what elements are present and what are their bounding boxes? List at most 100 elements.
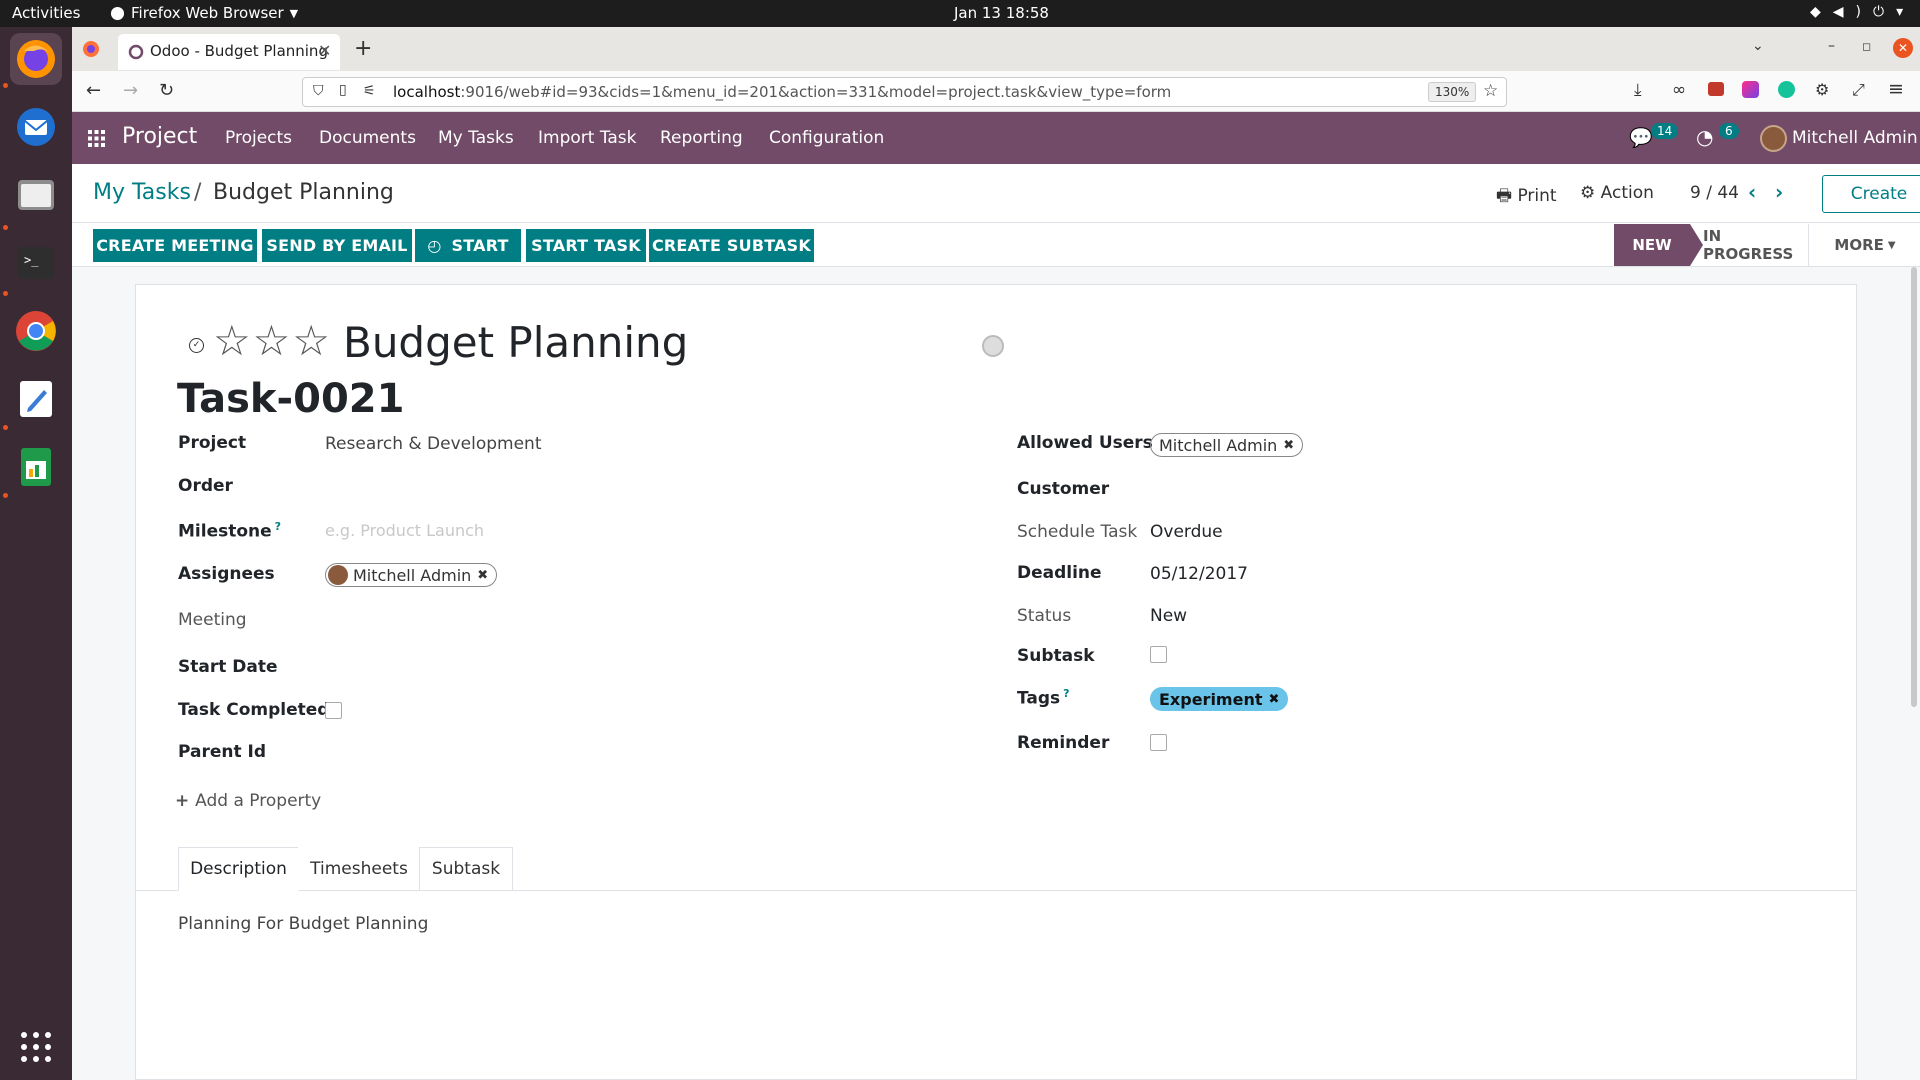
downloads-icon[interactable]: ⤓ [1634, 80, 1642, 100]
shield-icon[interactable]: ⛉ [313, 83, 324, 99]
project-field[interactable]: Research & Development [325, 434, 541, 454]
firefox-dock-icon[interactable] [10, 33, 62, 85]
priority-stars[interactable]: ☆☆☆ [213, 316, 332, 365]
assignee-tag[interactable]: Mitchell Admin ✖ [325, 563, 498, 587]
create-subtask-button[interactable]: CREATE SUBTASK [649, 229, 814, 262]
forward-icon[interactable]: → [123, 80, 138, 101]
remove-tag-icon[interactable]: ✖ [1283, 438, 1294, 453]
nav-projects[interactable]: Projects [225, 128, 292, 148]
tab-timesheets[interactable]: Timesheets [298, 847, 420, 891]
action-menu[interactable]: ⚙ Action [1580, 183, 1654, 203]
hamburger-menu-icon[interactable]: ≡ [1888, 78, 1904, 100]
minimize-icon[interactable]: – [1828, 38, 1835, 54]
tag-experiment[interactable]: Experiment ✖ [1150, 687, 1289, 711]
tab-list-icon[interactable]: ⌄ [1752, 38, 1764, 54]
zoom-indicator[interactable]: 130% [1428, 82, 1477, 102]
new-tab-icon[interactable]: + [354, 36, 372, 61]
reminder-checkbox[interactable] [1150, 734, 1167, 751]
subtask-checkbox[interactable] [1150, 646, 1167, 663]
nav-import-task[interactable]: Import Task [538, 128, 637, 148]
bookmark-star-icon[interactable]: ☆ [1483, 81, 1498, 101]
add-property-button[interactable]: + Add a Property [175, 791, 321, 811]
user-avatar[interactable] [1760, 125, 1787, 152]
star-icon[interactable]: ☆ [213, 316, 253, 365]
files-dock-icon[interactable] [10, 169, 62, 221]
system-status-icons[interactable]: ◆◀)⏻▾ [1810, 4, 1915, 20]
url-bar[interactable]: ⛉ ▯ ⚟ localhost:9016/web#id=93&cids=1&me… [302, 77, 1507, 107]
star-icon[interactable]: ☆ [253, 316, 293, 365]
extension-icon[interactable]: ∞ [1672, 80, 1686, 100]
start-label: START [451, 236, 509, 255]
spreadsheet-dock-icon[interactable] [10, 441, 62, 493]
show-apps-icon[interactable] [10, 1021, 62, 1073]
firefox-view-icon[interactable] [82, 40, 102, 60]
start-button[interactable]: ◴ START [415, 229, 521, 262]
remove-tag-icon[interactable]: ✖ [1269, 692, 1280, 707]
extension-icon[interactable] [1708, 82, 1724, 96]
pager-previous-icon[interactable]: ‹ [1748, 180, 1756, 204]
app-menu[interactable]: Firefox Web Browser ▼ [110, 4, 298, 22]
text-editor-dock-icon[interactable] [10, 373, 62, 425]
permissions-icon[interactable]: ⚟ [363, 83, 376, 99]
pager-next-icon[interactable]: › [1775, 180, 1783, 204]
tab-description[interactable]: Description [178, 847, 299, 891]
stage-new[interactable]: NEW [1614, 224, 1690, 266]
maximize-icon[interactable]: ◻ [1862, 40, 1871, 53]
terminal-dock-icon[interactable]: >_ [10, 237, 62, 289]
task-name[interactable]: Budget Planning [343, 318, 688, 367]
messages-icon[interactable]: 💬 [1629, 126, 1653, 149]
order-field[interactable] [325, 476, 965, 500]
nav-reporting[interactable]: Reporting [660, 128, 743, 148]
help-tooltip-icon[interactable]: ? [1063, 687, 1069, 700]
task-done-checkmark-icon[interactable]: ✓ [189, 338, 204, 353]
nav-my-tasks[interactable]: My Tasks [438, 128, 514, 148]
milestone-input[interactable]: e.g. Product Launch [325, 521, 484, 540]
stage-in-progress[interactable]: IN PROGRESS [1703, 224, 1807, 266]
start-task-button[interactable]: START TASK [526, 229, 646, 262]
tab-subtask[interactable]: Subtask [419, 847, 513, 891]
expand-icon[interactable]: ⤢ [1852, 80, 1865, 100]
action-label: Action [1600, 183, 1654, 203]
kanban-state-indicator[interactable] [982, 335, 1004, 357]
breadcrumb-my-tasks[interactable]: My Tasks [93, 180, 191, 205]
chrome-dock-icon[interactable] [10, 305, 62, 357]
browser-tab[interactable]: Odoo - Budget Planning ✕ [118, 34, 340, 70]
control-panel: My Tasks / Budget Planning 🖶 Print ⚙ Act… [72, 164, 1920, 223]
create-meeting-button[interactable]: CREATE MEETING [93, 229, 257, 262]
clock[interactable]: Jan 13 18:58 [954, 4, 1049, 22]
extension-icon[interactable] [1742, 81, 1759, 98]
customer-field[interactable] [1150, 479, 1750, 503]
activities-button[interactable]: Activities [12, 4, 80, 22]
thunderbird-dock-icon[interactable] [10, 101, 62, 153]
star-icon[interactable]: ☆ [292, 316, 332, 365]
close-tab-icon[interactable]: ✕ [318, 41, 331, 60]
stage-more-dropdown[interactable]: MORE ▼ [1820, 224, 1910, 266]
activities-clock-icon[interactable]: ◔ [1696, 125, 1713, 149]
allowed-users-label: Allowed Users [1017, 433, 1153, 453]
help-tooltip-icon[interactable]: ? [275, 520, 281, 533]
send-by-email-button[interactable]: SEND BY EMAIL [262, 229, 412, 262]
nav-documents[interactable]: Documents [319, 128, 416, 148]
reload-icon[interactable]: ↻ [159, 80, 174, 101]
assignee-name: Mitchell Admin [353, 565, 472, 585]
grammarly-icon[interactable] [1778, 81, 1795, 98]
close-window-icon[interactable]: ✕ [1893, 38, 1913, 58]
print-menu[interactable]: 🖶 Print [1496, 183, 1557, 212]
deadline-field[interactable]: 05/12/2017 [1150, 564, 1248, 584]
remove-tag-icon[interactable]: ✖ [477, 568, 488, 583]
description-content[interactable]: Planning For Budget Planning [178, 914, 428, 934]
back-icon[interactable]: ← [86, 80, 101, 101]
user-menu[interactable]: Mitchell Admin [1792, 128, 1918, 148]
page-scrollbar[interactable] [1911, 267, 1917, 707]
extension-icon[interactable]: ⚙ [1815, 80, 1829, 99]
nav-configuration[interactable]: Configuration [769, 128, 884, 148]
more-label: MORE [1834, 236, 1884, 254]
pager-value[interactable]: 9 / 44 [1690, 183, 1739, 203]
deadline-label: Deadline [1017, 563, 1102, 583]
task-completed-checkbox[interactable] [325, 702, 342, 719]
create-button[interactable]: Create [1822, 175, 1920, 213]
app-title[interactable]: Project [122, 124, 197, 149]
allowed-user-tag[interactable]: Mitchell Admin ✖ [1150, 433, 1304, 457]
apps-grid-icon[interactable] [88, 130, 105, 147]
page-icon[interactable]: ▯ [339, 82, 347, 98]
